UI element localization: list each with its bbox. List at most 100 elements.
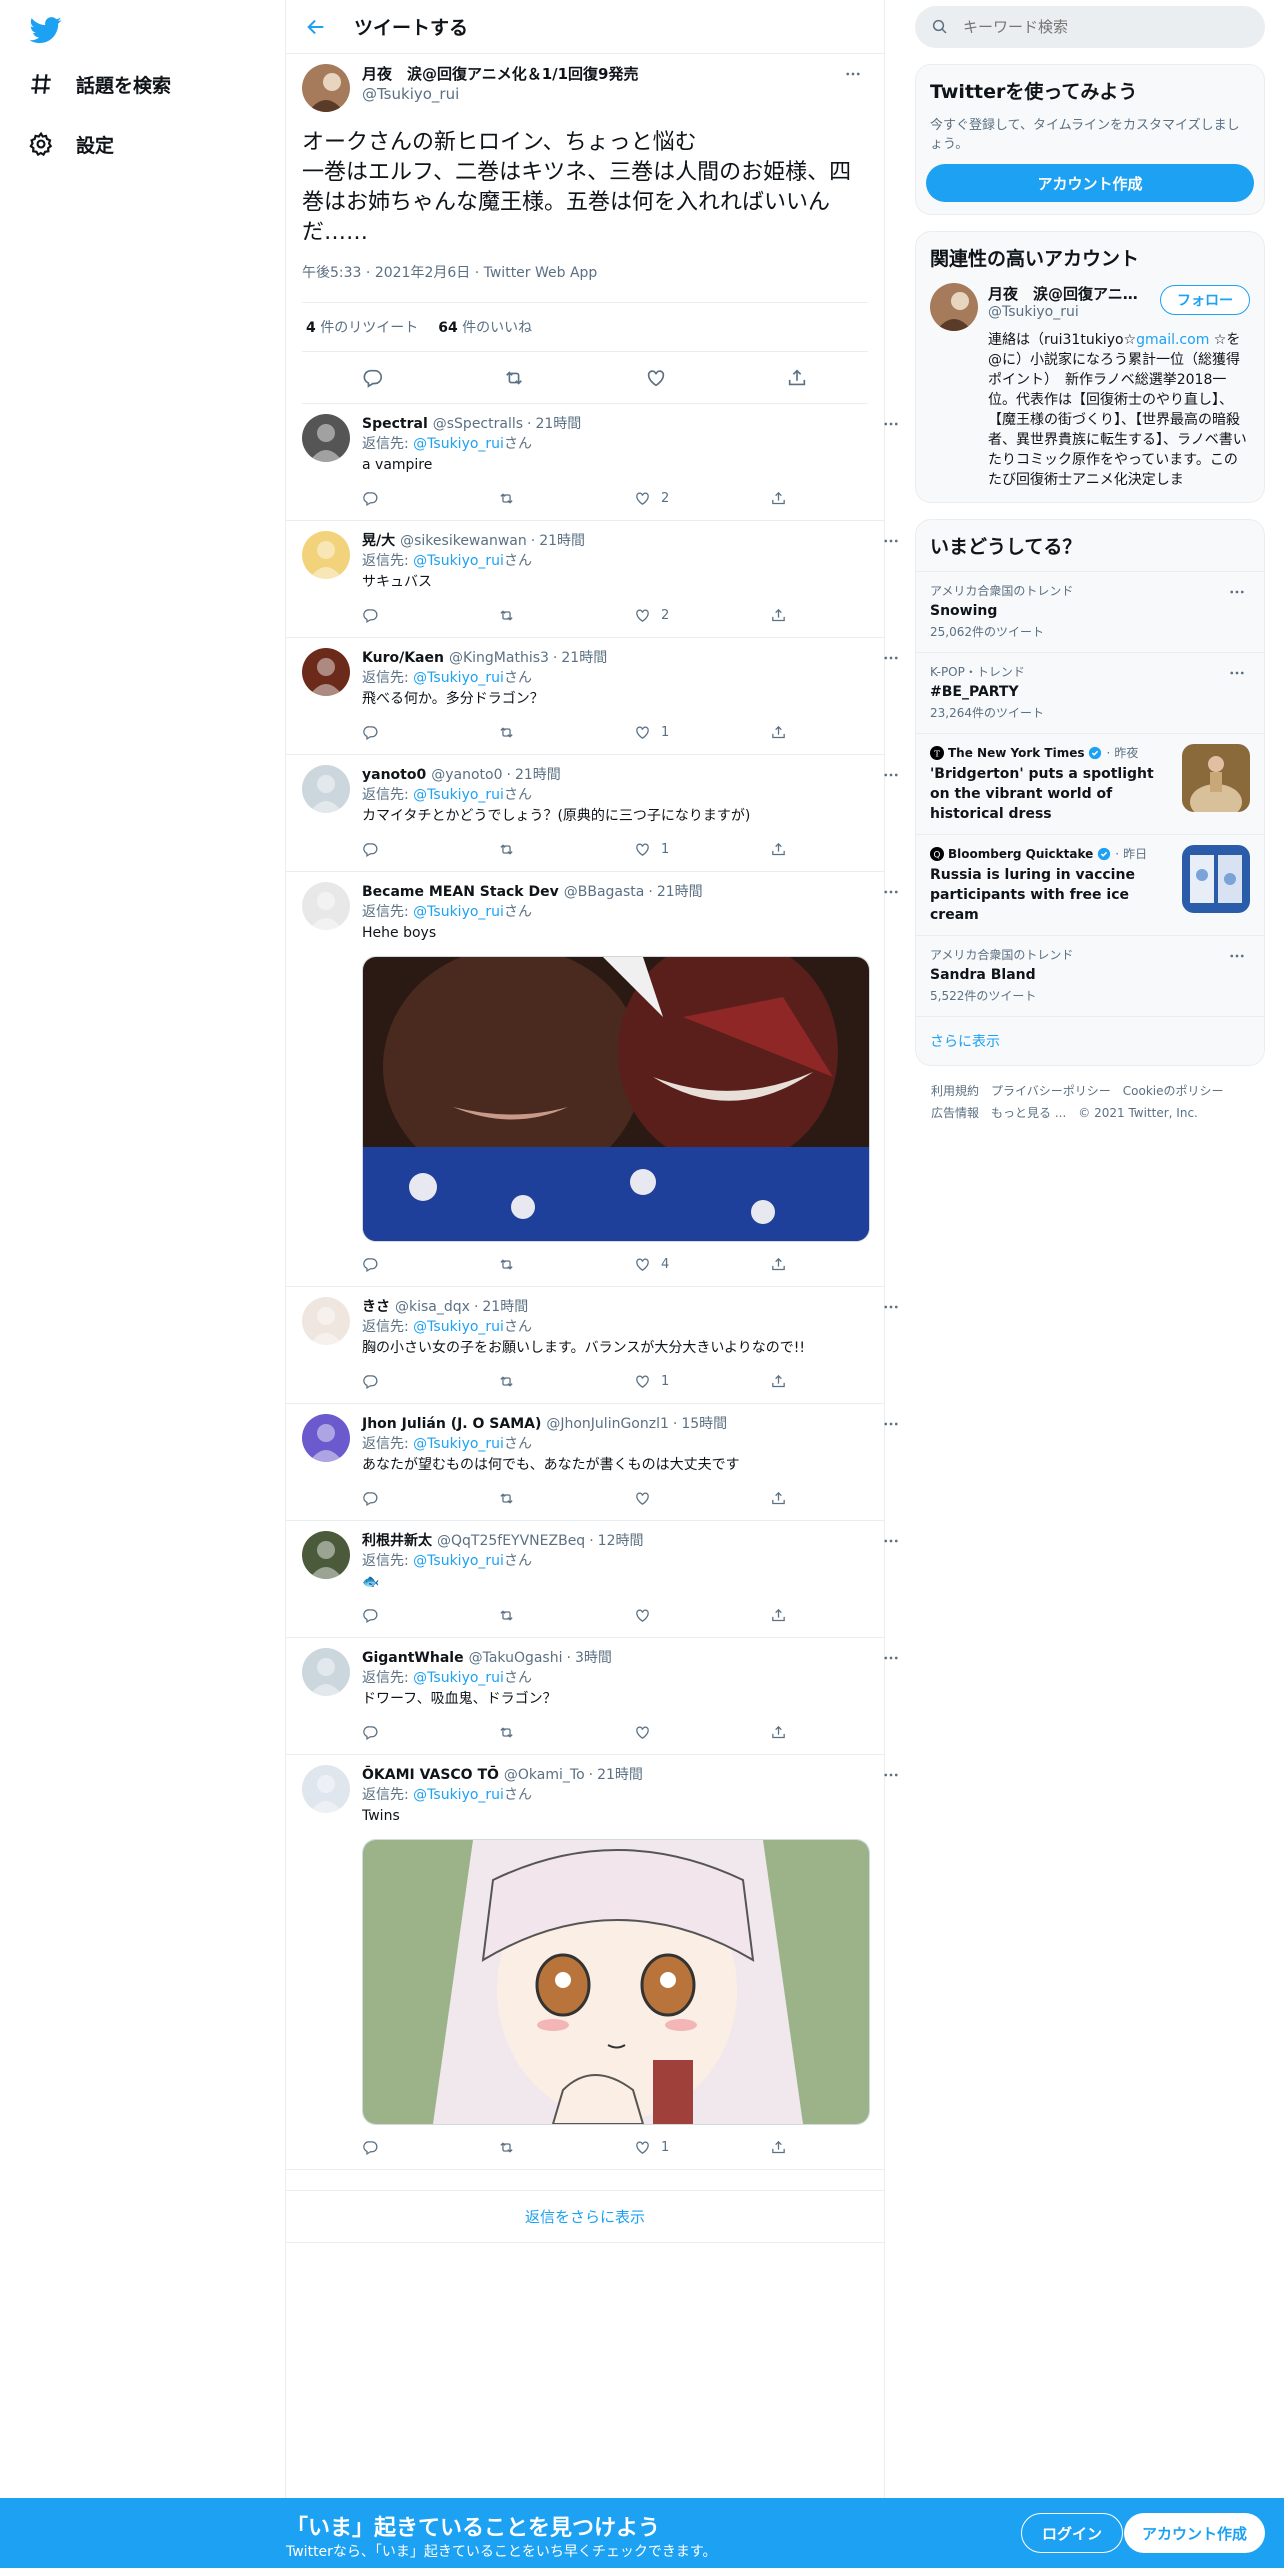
trend-item[interactable]: アメリカ合衆国のトレンド Sandra Bland 5,522件のツイート [916, 935, 1264, 1016]
tweet-date[interactable]: 2021年2月6日 [375, 265, 470, 281]
author-name[interactable]: 月夜 涙@回復アニメ化＆1/1回復9発売 [362, 64, 838, 84]
trend-item[interactable]: K-POP・トレンド #BE_PARTY 23,264件のツイート [916, 652, 1264, 733]
reply-time[interactable]: 21時間 [482, 1297, 528, 1317]
reply-author-handle[interactable]: @yanoto0 [431, 765, 502, 785]
reply-button[interactable] [362, 490, 498, 507]
footer-terms[interactable]: 利用規約 [931, 1084, 979, 1098]
reply-author-handle[interactable]: @kisa_dqx [395, 1297, 470, 1317]
retweet-button[interactable] [498, 1256, 634, 1273]
reply-author-name[interactable]: Became MEAN Stack Dev [362, 882, 559, 902]
avatar[interactable] [302, 531, 350, 579]
twitter-logo-icon[interactable] [30, 14, 62, 46]
replying-to-link[interactable]: @Tsukiyo_rui [413, 1319, 504, 1335]
footer-cookies[interactable]: Cookieのポリシー [1123, 1084, 1224, 1098]
like-button[interactable]: 4 [634, 1256, 770, 1273]
avatar[interactable] [302, 1414, 350, 1462]
show-more-replies[interactable]: 返信をさらに表示 [286, 2190, 884, 2243]
retweet-button[interactable] [498, 1607, 634, 1624]
footer-more[interactable]: もっと見る ... [991, 1106, 1066, 1120]
more-options-button[interactable] [876, 882, 906, 902]
retweet-button[interactable] [498, 841, 634, 858]
replying-to-link[interactable]: @Tsukiyo_rui [413, 670, 504, 686]
reply-tweet[interactable]: Became MEAN Stack Dev @BBagasta · 21時間 返信先: … [286, 872, 898, 1287]
reply-button[interactable] [362, 1724, 498, 1741]
reply-author-handle[interactable]: @sSpectralls [433, 414, 523, 434]
more-options-button[interactable] [876, 648, 906, 668]
like-button[interactable]: 1 [634, 2139, 770, 2156]
reply-time[interactable]: 21時間 [561, 648, 607, 668]
avatar[interactable] [302, 1765, 350, 1813]
avatar[interactable] [302, 882, 350, 930]
reply-time[interactable]: 12時間 [598, 1531, 644, 1551]
replying-to-link[interactable]: @Tsukiyo_rui [413, 553, 504, 569]
reply-button[interactable] [362, 1256, 498, 1273]
like-button[interactable]: 1 [634, 724, 770, 741]
reply-time[interactable]: 21時間 [597, 1765, 643, 1785]
reply-button[interactable] [362, 1607, 498, 1624]
relevant-name[interactable]: 月夜 涙@回復アニ... [988, 283, 1138, 304]
avatar[interactable] [302, 414, 350, 462]
avatar[interactable] [302, 64, 350, 112]
share-button[interactable] [770, 841, 906, 858]
tweet-time[interactable]: 午後5:33 [302, 265, 361, 281]
share-button[interactable] [770, 490, 906, 507]
reply-button[interactable] [362, 1373, 498, 1390]
search-input[interactable] [963, 18, 1223, 36]
reply-icon[interactable] [362, 367, 384, 389]
like-button[interactable]: 1 [634, 841, 770, 858]
replying-to-link[interactable]: @Tsukiyo_rui [413, 1553, 504, 1569]
reply-author-handle[interactable]: @TakuOgashi [469, 1648, 563, 1668]
like-button[interactable]: 2 [634, 607, 770, 624]
more-options-button[interactable] [876, 531, 906, 551]
retweet-button[interactable] [498, 490, 634, 507]
footer-privacy[interactable]: プライバシーポリシー [991, 1084, 1111, 1098]
like-button[interactable]: 1 [634, 1373, 770, 1390]
create-account-button[interactable]: アカウント作成 [926, 164, 1254, 202]
reply-time[interactable]: 21時間 [539, 531, 585, 551]
like-button[interactable] [634, 1607, 770, 1624]
reply-author-handle[interactable]: @Okami_To [504, 1765, 585, 1785]
avatar[interactable] [302, 765, 350, 813]
nav-settings[interactable]: 設定 [28, 124, 114, 164]
reply-tweet[interactable]: 利根井新太 @QqT25fEYVNEZBeq · 12時間 返信先: @Tsukiyo_… [286, 1521, 898, 1638]
reply-tweet[interactable]: yanoto0 @yanoto0 · 21時間 返信先: @Tsukiyo_ruiさんカ… [286, 755, 898, 872]
more-options-button[interactable] [876, 1765, 906, 1785]
reply-author-name[interactable]: きさ [362, 1297, 390, 1317]
avatar[interactable] [302, 1648, 350, 1696]
retweet-button[interactable] [498, 724, 634, 741]
like-button[interactable]: 2 [634, 490, 770, 507]
more-icon[interactable] [1222, 946, 1252, 966]
share-button[interactable] [770, 1490, 906, 1507]
reply-time[interactable]: 21時間 [535, 414, 581, 434]
share-button[interactable] [770, 607, 906, 624]
reply-time[interactable]: 21時間 [657, 882, 703, 902]
reply-tweet[interactable]: Kuro/Kaen @KingMathis3 · 21時間 返信先: @Tsukiyo_… [286, 638, 898, 755]
replying-to-link[interactable]: @Tsukiyo_rui [413, 787, 504, 803]
reply-time[interactable]: 21時間 [515, 765, 561, 785]
author-handle[interactable]: @Tsukiyo_rui [362, 84, 838, 104]
reply-author-handle[interactable]: @BBagasta [564, 882, 645, 902]
retweet-button[interactable] [498, 1490, 634, 1507]
reply-button[interactable] [362, 1490, 498, 1507]
avatar[interactable] [302, 648, 350, 696]
replying-to-link[interactable]: @Tsukiyo_rui [413, 436, 504, 452]
reply-tweet[interactable]: きさ @kisa_dqx · 21時間 返信先: @Tsukiyo_ruiさん 胸の小さい… [286, 1287, 898, 1404]
reply-tweet[interactable]: Spectral @sSpectralls · 21時間 返信先: @Tsukiyo_r… [286, 404, 898, 521]
replying-to-link[interactable]: @Tsukiyo_rui [413, 1670, 504, 1686]
nav-explore[interactable]: 話題を検索 [28, 64, 171, 104]
reply-button[interactable] [362, 607, 498, 624]
retweet-button[interactable] [498, 1373, 634, 1390]
reply-time[interactable]: 15時間 [681, 1414, 727, 1434]
reply-author-name[interactable]: 晃/大 [362, 531, 395, 551]
footer-ads[interactable]: 広告情報 [931, 1106, 979, 1120]
reply-author-handle[interactable]: @KingMathis3 [449, 648, 549, 668]
reply-button[interactable] [362, 841, 498, 858]
trends-show-more[interactable]: さらに表示 [916, 1016, 1264, 1065]
tweet-photo[interactable] [362, 1839, 870, 2125]
like-count[interactable]: 64 件のいいね [438, 317, 532, 337]
reply-author-name[interactable]: Kuro/Kaen [362, 648, 444, 668]
like-icon[interactable] [645, 367, 667, 389]
relevant-account[interactable]: 月夜 涙@回復アニ... @Tsukiyo_rui 連絡は（rui31tukiy… [916, 283, 1264, 502]
share-button[interactable] [770, 2139, 906, 2156]
reply-button[interactable] [362, 724, 498, 741]
